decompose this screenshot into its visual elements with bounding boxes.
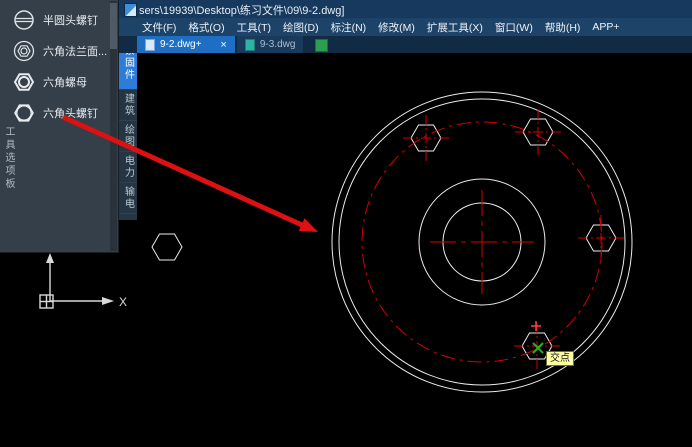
menu-tools[interactable]: 工具(T) — [231, 20, 277, 35]
osnap-tooltip: 交点 — [546, 351, 574, 366]
menu-express-tools[interactable]: 扩展工具(X) — [421, 20, 489, 35]
side-tab-electric[interactable]: 电力 — [119, 152, 137, 183]
slotted-round-screw-icon — [12, 8, 36, 32]
hex-nut-icon — [12, 70, 36, 94]
scrollbar-thumb[interactable] — [110, 3, 117, 49]
tab-9-2-dwg[interactable]: 9-2.dwg+ × — [137, 36, 235, 53]
pick-point-marker — [531, 321, 541, 331]
palette-title-vertical: 工具选项板 — [1, 126, 16, 191]
menu-format[interactable]: 格式(O) — [182, 20, 230, 35]
osnap-intersection-icon — [533, 343, 543, 353]
palette-item-label: 六角法兰面... — [43, 43, 107, 59]
palette-item-hex-nut[interactable]: 六角螺母 — [12, 66, 107, 97]
menu-draw[interactable]: 绘图(D) — [277, 20, 325, 35]
hex-bolt-icon — [12, 101, 36, 125]
hex-flange-icon — [12, 39, 36, 63]
palette-item-label: 六角螺母 — [43, 74, 87, 90]
new-drawing-icon[interactable] — [315, 39, 328, 52]
tab-label: 9-2.dwg+ — [160, 39, 201, 50]
menu-file[interactable]: 文件(F) — [136, 20, 182, 35]
palette-item-hex-flange[interactable]: 六角法兰面... — [12, 35, 107, 66]
palette-item-round-head-screw[interactable]: 半圆头螺钉 — [12, 4, 107, 35]
tool-palette: 半圆头螺钉 六角法兰面... 六角螺母 — [0, 0, 119, 253]
ucs-icon — [40, 253, 114, 308]
menu-app-plus[interactable]: APP+ — [586, 21, 625, 33]
palette-item-label: 半圆头螺钉 — [43, 12, 98, 28]
close-tab-icon[interactable]: × — [220, 40, 226, 50]
palette-item-label: 六角头螺钉 — [43, 105, 98, 121]
palette-item-hex-bolt[interactable]: 六角头螺钉 — [12, 97, 107, 128]
menu-window[interactable]: 窗口(W) — [489, 20, 539, 35]
x-axis-label: X — [119, 295, 127, 309]
cad-application-window: X 交点 sers\19939\Desktop\练习文件\09\9-2.dwg]… — [0, 0, 692, 447]
palette-scrollbar[interactable] — [110, 1, 117, 251]
tab-9-3-dwg[interactable]: 9-3.dwg — [237, 36, 304, 53]
menu-help[interactable]: 帮助(H) — [539, 20, 587, 35]
side-tab-power[interactable]: 输电 — [119, 183, 137, 214]
dwg-doc-icon — [245, 39, 255, 51]
menu-dimension[interactable]: 标注(N) — [325, 20, 373, 35]
dwg-doc-icon — [145, 39, 155, 51]
tab-label: 9-3.dwg — [260, 39, 296, 50]
side-tab-architecture[interactable]: 建筑 — [119, 90, 137, 121]
dwg-file-icon — [124, 3, 137, 17]
menu-modify[interactable]: 修改(M) — [372, 20, 421, 35]
window-title: sers\19939\Desktop\练习文件\09\9-2.dwg] — [139, 2, 344, 18]
loose-hex-nut — [152, 234, 182, 260]
palette-group-tabs: 紧固件 建筑 绘图 电力 输电 — [119, 36, 137, 220]
hex-bolt-heads — [152, 119, 616, 359]
centerlines — [362, 109, 624, 369]
side-tab-draw[interactable]: 绘图 — [119, 121, 137, 152]
